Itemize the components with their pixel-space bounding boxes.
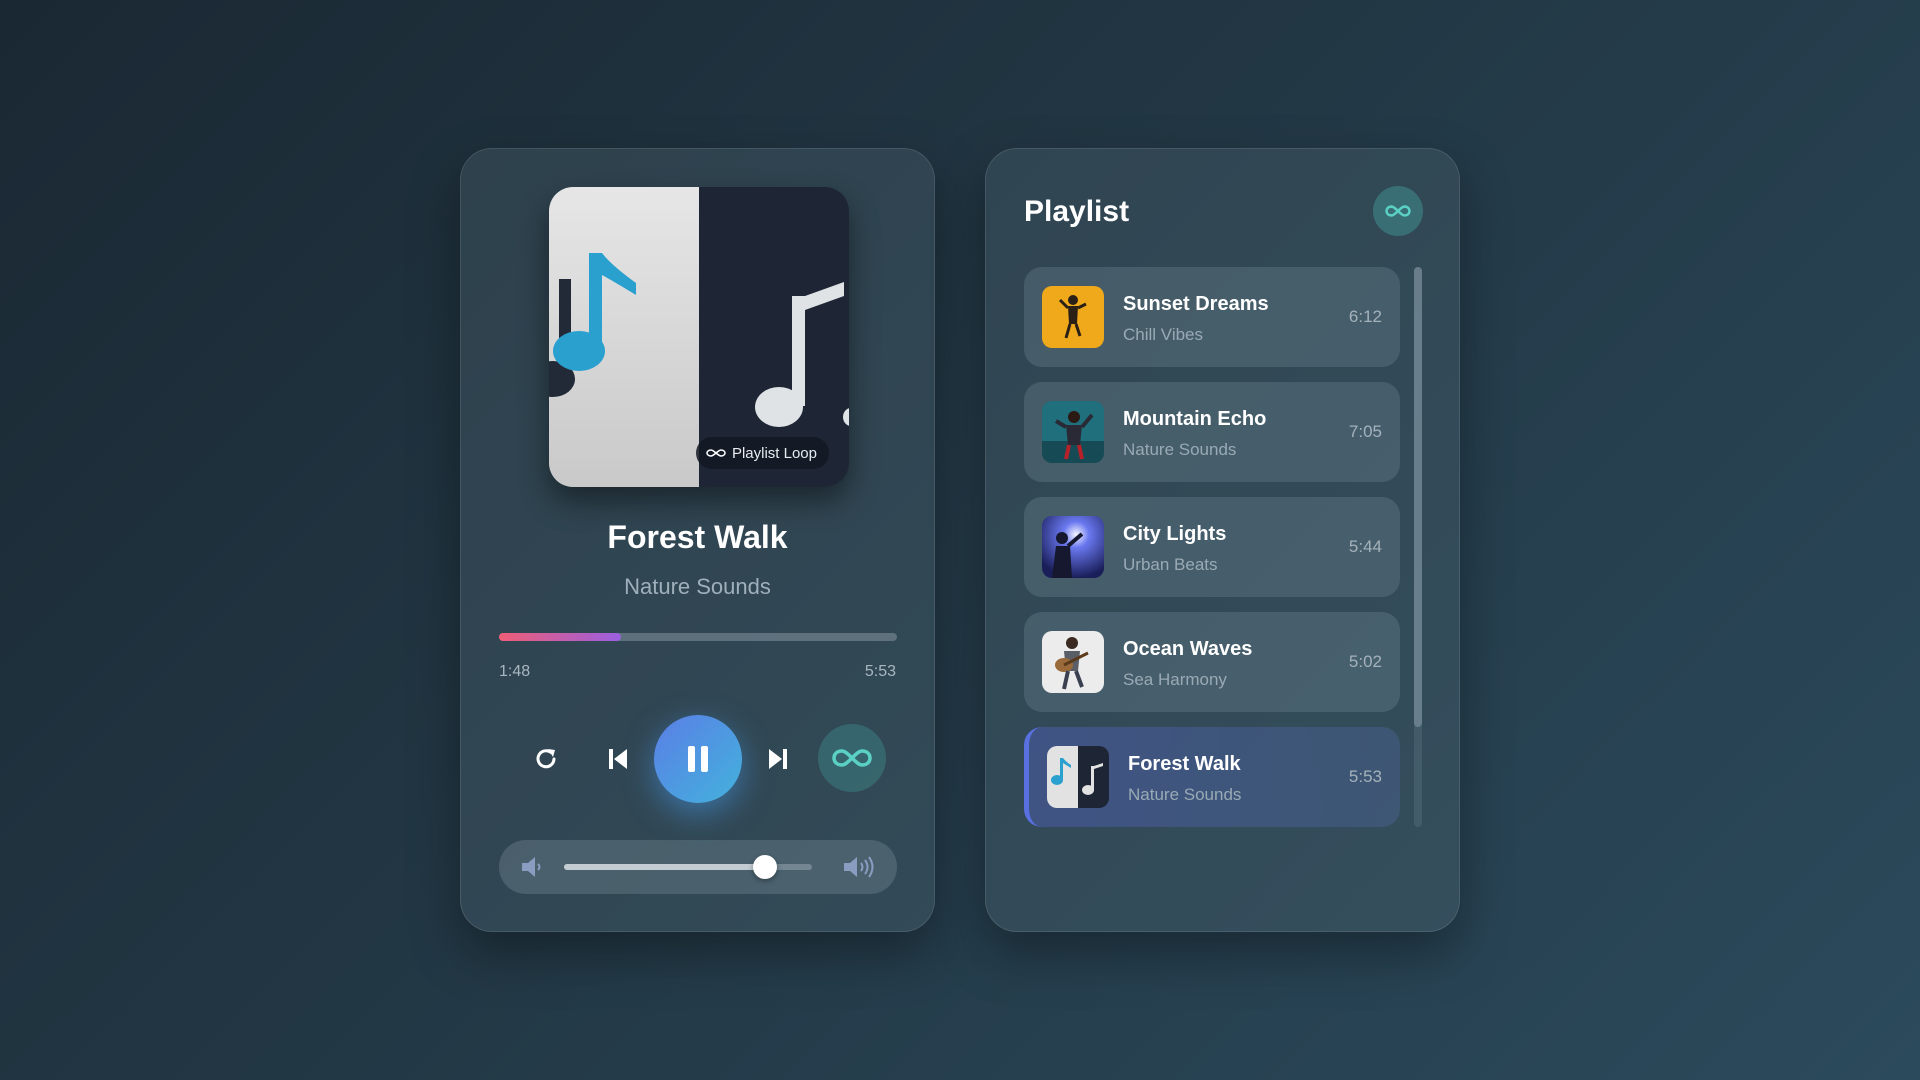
volume-fill [564,864,765,870]
next-icon [769,749,787,769]
infinity-icon [706,449,726,457]
progress-bar[interactable] [499,633,897,641]
track-title: Mountain Echo [1123,408,1267,430]
track-artist: Sea Harmony [1123,670,1227,689]
track-artist: Nature Sounds [1123,440,1237,459]
repeat-icon [536,749,556,769]
singer-image [1042,401,1104,463]
now-playing-artist: Nature Sounds [624,574,771,599]
progress-fill [499,633,621,641]
volume-slider[interactable] [564,855,812,879]
pause-icon [688,746,708,772]
player-card: Playlist Loop Forest Walk Nature Sounds … [460,148,935,932]
playlist-item[interactable]: Sunset Dreams Chill Vibes 6:12 [1024,267,1400,367]
now-playing-title: Forest Walk [607,519,788,555]
album-art: Playlist Loop [549,187,849,487]
track-duration: 7:05 [1348,422,1382,441]
pause-button[interactable] [654,715,742,803]
volume-slider-thumb[interactable] [752,855,777,879]
track-title: Ocean Waves [1123,638,1253,660]
time-total: 5:53 [864,663,896,680]
previous-icon [609,749,627,769]
track-artist: Urban Beats [1123,555,1218,574]
volume-high-icon[interactable] [841,853,875,881]
playlist-loop-label: Playlist Loop [731,444,817,462]
playlist-loop-badge: Playlist Loop [695,437,829,469]
playlist-item[interactable]: Ocean Waves Sea Harmony 5:02 [1024,612,1400,712]
previous-button[interactable] [598,739,638,779]
track-artist: Nature Sounds [1128,785,1242,804]
loop-toggle-button[interactable] [818,724,886,792]
next-button[interactable] [758,739,798,779]
time-current: 1:48 [499,663,531,680]
track-thumbnail [1042,516,1104,578]
track-thumbnail [1047,746,1109,808]
playlist-list: Sunset Dreams Chill Vibes 6:12 Mountain … [1024,267,1400,842]
track-duration: 6:12 [1348,307,1382,326]
track-title: Forest Walk [1128,753,1241,775]
playlist-item[interactable]: Mountain Echo Nature Sounds 7:05 [1024,382,1400,482]
infinity-loop-icon [832,749,872,767]
playlist-card: Playlist Sunset Dreams Chill Vibes 6:12 [985,148,1460,932]
track-duration: 5:44 [1348,537,1382,556]
track-thumbnail [1042,286,1104,348]
playlist-loop-button[interactable] [1373,186,1423,236]
track-title: Sunset Dreams [1123,293,1269,315]
playlist-scrollbar-thumb[interactable] [1414,267,1422,727]
music-note-blue-icon [553,253,636,371]
volume-control [499,840,897,894]
track-artist: Chill Vibes [1123,325,1204,344]
dancer-image [1042,286,1104,348]
playlist-item-active[interactable]: Forest Walk Nature Sounds 5:53 [1024,727,1400,827]
music-notes-image [1047,746,1109,808]
concert-image [1042,516,1104,578]
track-duration: 5:53 [1348,767,1382,786]
playlist-item[interactable]: City Lights Urban Beats 5:44 [1024,497,1400,597]
playlist-heading: Playlist [1024,195,1130,228]
track-duration: 5:02 [1348,652,1382,671]
album-art-light-half [549,187,699,487]
track-thumbnail [1042,631,1104,693]
guitarist-image [1042,631,1104,693]
track-title: City Lights [1123,523,1227,545]
music-note-white-icon [755,282,844,427]
volume-low-icon[interactable] [519,855,545,879]
playlist-scrollbar[interactable] [1414,267,1422,827]
track-thumbnail [1042,401,1104,463]
repeat-button[interactable] [526,739,566,779]
infinity-icon [1385,205,1411,217]
music-note-edge-icon [843,408,849,426]
